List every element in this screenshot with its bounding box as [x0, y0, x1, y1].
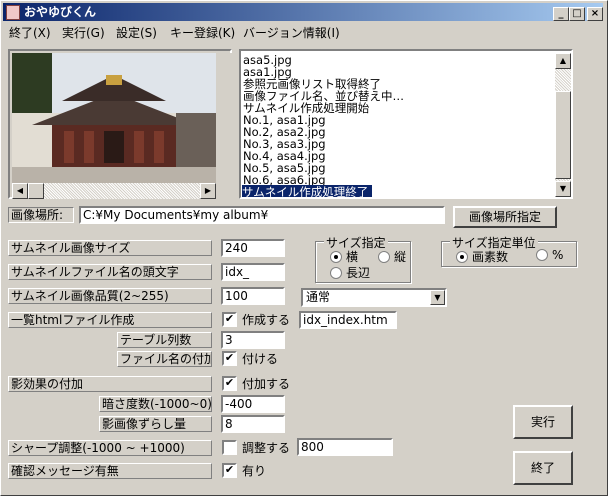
- hscroll-thumb[interactable]: [28, 183, 44, 199]
- thumb-prefix-label: サムネイルファイル名の頭文字: [8, 264, 212, 280]
- menu-settings[interactable]: 設定(S): [116, 24, 157, 41]
- radio-dot-icon[interactable]: [378, 250, 390, 263]
- sharpen-field[interactable]: 800: [297, 438, 393, 456]
- darkness-label: 暗さ度数(-1000~0): [99, 396, 212, 412]
- size-group: サイズ指定 横 縦 長辺: [315, 234, 411, 283]
- html-index-check-icon[interactable]: ✔: [222, 312, 237, 327]
- sharpen-check-box[interactable]: [222, 440, 237, 455]
- thumb-quality-field[interactable]: 100: [221, 287, 285, 305]
- log-selected-line[interactable]: サムネイル作成処理終了: [242, 185, 373, 197]
- hscroll-left-button[interactable]: ◀: [12, 183, 28, 199]
- chevron-down-icon[interactable]: ▼: [430, 290, 445, 305]
- confirm-check-label: 有り: [242, 464, 267, 478]
- filename-attach-check-label: 付ける: [242, 352, 279, 366]
- shadow-label: 影効果の付加: [8, 376, 212, 392]
- confirm-check-icon[interactable]: ✔: [222, 463, 237, 478]
- app-icon: [6, 5, 20, 20]
- image-location-field[interactable]: C:¥My Documents¥my album¥: [79, 206, 445, 224]
- run-button[interactable]: 実行: [513, 405, 573, 439]
- html-index-checkbox[interactable]: ✔ 作成する: [222, 311, 290, 328]
- table-cols-label: テーブル列数: [117, 332, 212, 348]
- hscroll-track[interactable]: [28, 183, 200, 199]
- vscroll-thumb[interactable]: [555, 91, 571, 179]
- table-cols-field[interactable]: 3: [221, 331, 285, 349]
- sharpen-check-label: 調整する: [242, 441, 291, 455]
- thumb-size-label: サムネイル画像サイズ: [8, 240, 212, 256]
- radio-dot-icon[interactable]: [330, 266, 342, 279]
- title-bar: おやゆびくん _ □ ×: [3, 3, 603, 21]
- thumb-prefix-field[interactable]: idx_: [221, 263, 285, 281]
- radio-vertical-label: 縦: [394, 250, 407, 264]
- shadow-check-icon[interactable]: ✔: [222, 376, 237, 391]
- shadow-check-label: 付加する: [242, 377, 291, 391]
- sharpen-checkbox[interactable]: 調整する: [222, 439, 290, 456]
- radio-horizontal-label: 横: [346, 250, 359, 264]
- menu-key-register[interactable]: キー登録(K): [170, 24, 235, 41]
- radio-horizontal[interactable]: 横: [330, 248, 358, 265]
- quality-select[interactable]: 通常 ▼: [301, 288, 447, 307]
- filename-attach-label: ファイル名の付加: [117, 351, 212, 367]
- window-title: おやゆびくん: [24, 5, 97, 19]
- html-index-label: 一覧htmlファイル作成: [8, 312, 212, 328]
- radio-percent-label: %: [552, 248, 564, 262]
- close-button[interactable]: ×: [587, 7, 603, 21]
- radio-dot-icon[interactable]: [456, 250, 468, 263]
- filename-attach-checkbox[interactable]: ✔ 付ける: [222, 350, 278, 367]
- menu-run[interactable]: 実行(G): [62, 24, 105, 41]
- darkness-field[interactable]: -400: [221, 395, 285, 413]
- log-list[interactable]: asa5.jpg asa1.jpg 参照元画像リスト取得終了 画像ファイル名、並…: [239, 49, 573, 199]
- radio-long-side[interactable]: 長辺: [330, 264, 370, 281]
- shadow-offset-label: 影画像ずらし量: [99, 416, 212, 432]
- log-lines: asa5.jpg asa1.jpg 参照元画像リスト取得終了 画像ファイル名、並…: [241, 53, 555, 197]
- html-index-check-label: 作成する: [242, 313, 291, 327]
- radio-vertical[interactable]: 縦: [378, 248, 406, 265]
- thumb-quality-label: サムネイル画像品質(2~255): [8, 288, 212, 304]
- shadow-checkbox[interactable]: ✔ 付加する: [222, 375, 290, 392]
- radio-dot-icon[interactable]: [536, 249, 548, 261]
- radio-pixels[interactable]: 画素数: [456, 248, 508, 265]
- radio-long-side-label: 長辺: [346, 266, 371, 280]
- filename-attach-check-icon[interactable]: ✔: [222, 351, 237, 366]
- exit-button[interactable]: 終了: [513, 451, 573, 485]
- menu-bar: 終了(X) 実行(G) 設定(S) キー登録(K) バージョン情報(I): [3, 22, 603, 41]
- confirm-checkbox[interactable]: ✔ 有り: [222, 462, 266, 479]
- app-window: おやゆびくん _ □ × 終了(X) 実行(G) 設定(S) キー登録(K) バ…: [0, 0, 608, 496]
- image-location-button[interactable]: 画像場所指定: [453, 206, 557, 228]
- shadow-offset-field[interactable]: 8: [221, 415, 285, 433]
- html-index-filename-field[interactable]: idx_index.htm: [299, 311, 397, 329]
- quality-select-value: 通常: [306, 290, 331, 304]
- hscroll-right-button[interactable]: ▶: [200, 183, 216, 199]
- thumb-size-field[interactable]: 240: [221, 239, 285, 257]
- image-location-label: 画像場所:: [8, 207, 74, 223]
- vscroll-up-button[interactable]: ▲: [555, 53, 571, 69]
- menu-exit[interactable]: 終了(X): [9, 24, 51, 41]
- radio-percent[interactable]: %: [536, 248, 563, 262]
- radio-dot-icon[interactable]: [330, 250, 342, 263]
- menu-version[interactable]: バージョン情報(I): [243, 24, 340, 41]
- unit-group: サイズ指定単位 画素数 %: [441, 234, 577, 267]
- preview-photo: [12, 53, 216, 183]
- sharpen-label: シャープ調整(-1000 ~ +1000): [8, 440, 212, 456]
- radio-pixels-label: 画素数: [472, 250, 509, 264]
- vscroll-down-button[interactable]: ▼: [555, 181, 571, 197]
- image-preview: ◀ ▶: [8, 49, 232, 199]
- minimize-button[interactable]: _: [553, 7, 569, 21]
- maximize-button[interactable]: □: [569, 7, 585, 21]
- confirm-label: 確認メッセージ有無: [8, 463, 212, 479]
